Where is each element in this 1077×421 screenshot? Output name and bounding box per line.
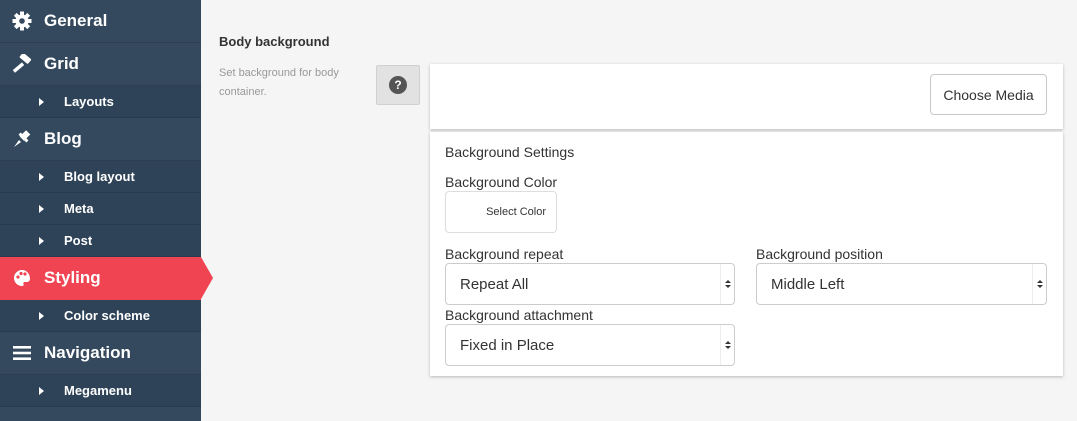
sidebar-item-label: Meta <box>64 201 94 216</box>
sidebar-item-post[interactable]: Post <box>0 225 201 257</box>
background-attachment-select[interactable]: Fixed in Place <box>445 324 735 366</box>
choose-media-button[interactable]: Choose Media <box>930 74 1047 115</box>
sidebar-item-label: Color scheme <box>64 308 150 323</box>
sidebar-item-layouts[interactable]: Layouts <box>0 86 201 118</box>
sidebar-item-meta[interactable]: Meta <box>0 193 201 225</box>
sidebar-item-grid[interactable]: Grid <box>0 43 201 86</box>
select-color-button[interactable]: Select Color <box>445 191 557 233</box>
select-value: Middle Left <box>771 275 845 293</box>
select-value: Repeat All <box>460 275 529 293</box>
sidebar-item-general[interactable]: General <box>0 0 201 43</box>
sidebar-item-navigation[interactable]: Navigation <box>0 332 201 375</box>
caret-right-icon <box>39 386 44 395</box>
hammer-icon <box>11 53 33 75</box>
sidebar: General Grid Layouts Blog Blog layout Me… <box>0 0 213 421</box>
select-value: Fixed in Place <box>460 336 555 354</box>
palette-icon <box>11 267 33 289</box>
sidebar-item-label: Navigation <box>44 343 131 362</box>
background-settings-panel: Background Settings Background Color Sel… <box>430 132 1063 376</box>
sidebar-item-label: Blog layout <box>64 169 135 184</box>
sidebar-item-color-scheme[interactable]: Color scheme <box>0 300 201 332</box>
select-arrows-icon <box>1032 264 1046 304</box>
settings-title: Background Settings <box>445 144 575 160</box>
section-description: Set background for body container. <box>219 67 339 98</box>
help-button[interactable]: ? <box>376 65 420 105</box>
sidebar-item-blog[interactable]: Blog <box>0 118 201 161</box>
sidebar-item-label: Megamenu <box>64 383 132 398</box>
sidebar-item-blog-layout[interactable]: Blog layout <box>0 161 201 193</box>
sidebar-item-megamenu[interactable]: Megamenu <box>0 375 201 407</box>
sidebar-item-label: General <box>44 11 108 30</box>
section-title: Body background <box>219 34 330 49</box>
caret-right-icon <box>39 204 44 213</box>
sidebar-item-styling[interactable]: Styling <box>0 257 213 300</box>
sidebar-item-label: Grid <box>44 54 79 73</box>
background-attachment-label: Background attachment <box>445 307 593 323</box>
select-arrows-icon <box>720 264 734 304</box>
main-panel: Body background Set background for body … <box>201 0 1077 421</box>
caret-right-icon <box>39 172 44 181</box>
background-repeat-select[interactable]: Repeat All <box>445 263 735 305</box>
caret-right-icon <box>39 311 44 320</box>
caret-right-icon <box>39 236 44 245</box>
question-icon: ? <box>389 76 407 94</box>
menu-icon <box>11 342 33 364</box>
background-position-label: Background position <box>756 246 883 262</box>
background-color-label: Background Color <box>445 174 558 190</box>
sidebar-item-label: Blog <box>44 129 82 148</box>
caret-right-icon <box>39 97 44 106</box>
gear-icon <box>11 10 33 32</box>
pushpin-icon <box>11 128 33 150</box>
select-arrows-icon <box>720 325 734 365</box>
sidebar-item-label: Layouts <box>64 94 114 109</box>
sidebar-item-label: Post <box>64 233 93 248</box>
background-repeat-label: Background repeat <box>445 246 564 262</box>
sidebar-item-label: Styling <box>44 268 101 287</box>
media-box: Choose Media <box>430 64 1063 129</box>
background-position-select[interactable]: Middle Left <box>756 263 1047 305</box>
